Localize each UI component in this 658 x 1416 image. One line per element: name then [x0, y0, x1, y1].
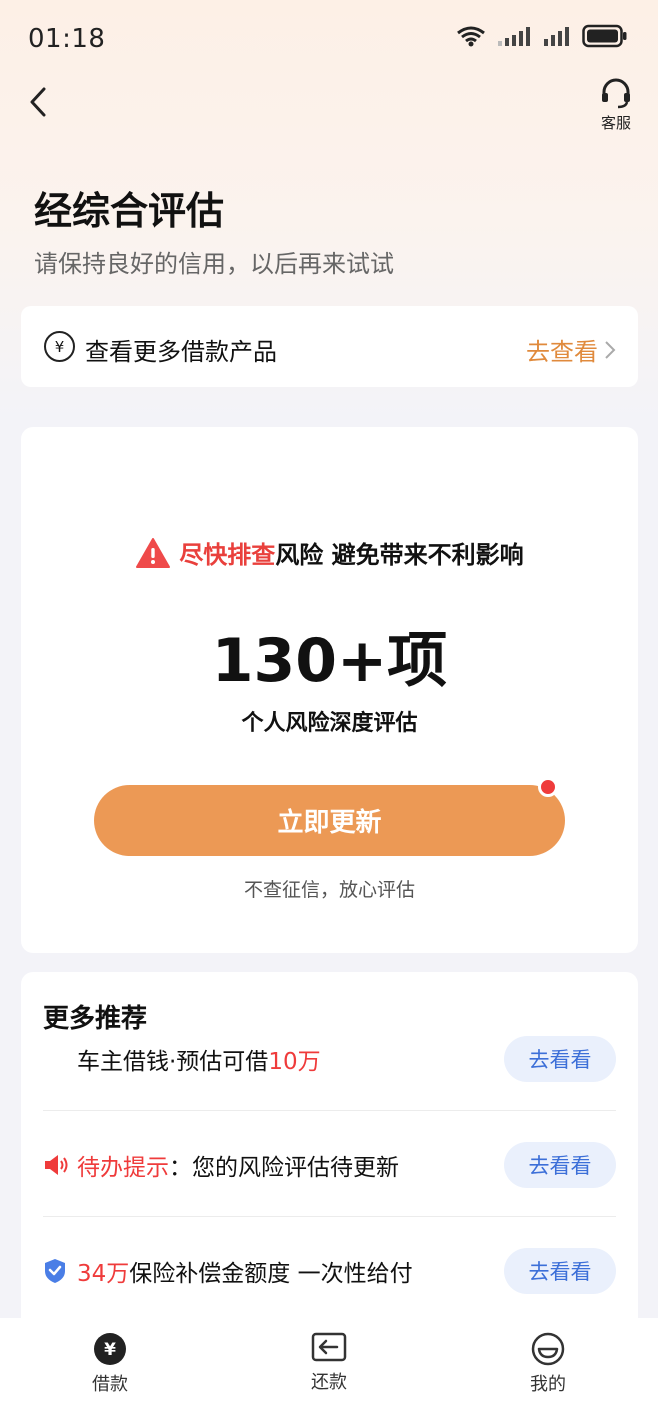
shield-icon	[45, 1259, 65, 1283]
divider	[43, 1216, 616, 1217]
list-item[interactable]: 待办提示 ：您的风险评估待更新 去看看	[43, 1134, 616, 1196]
warning-icon	[136, 537, 171, 568]
more-products-link-label: 去查看	[526, 338, 598, 366]
risk-headline: 尽快排查 风险 避免带来不利影响	[21, 535, 638, 570]
list-item-suffix: 保险补偿金额度 一次性给付	[129, 1261, 413, 1287]
yen-icon: ¥	[44, 331, 75, 362]
chevron-left-icon	[30, 87, 46, 117]
recommendations-card: 更多推荐 车主借钱·预估可借 10万 去看看 待办提示 ：您的风险评估待更新 去看看…	[21, 972, 638, 1332]
list-item-suffix: ：您的风险评估待更新	[169, 1155, 399, 1181]
notification-dot	[538, 777, 558, 797]
customer-service-label: 客服	[600, 114, 631, 132]
risk-assessment-card: 尽快排查 风险 避免带来不利影响 130+项 个人风险深度评估 立即更新 不查征信…	[21, 427, 638, 953]
signal-icon-2	[544, 27, 569, 46]
status-time: 01:18	[28, 24, 106, 54]
tab-mine[interactable]: 我的	[508, 1332, 588, 1396]
update-now-button[interactable]: 立即更新	[94, 785, 565, 856]
list-item[interactable]: 34万 保险补偿金额度 一次性给付 去看看	[43, 1240, 616, 1302]
customer-service-button[interactable]: 客服	[596, 78, 636, 133]
list-item-text: 34万 保险补偿金额度 一次性给付	[43, 1254, 413, 1288]
chevron-right-icon	[605, 340, 616, 359]
list-item-highlight: 10万	[268, 1049, 321, 1075]
yen-circle-icon: ¥	[94, 1333, 126, 1365]
tab-borrow[interactable]: ¥ 借款	[70, 1332, 150, 1396]
list-item[interactable]: 车主借钱·预估可借 10万 去看看	[43, 1028, 616, 1090]
list-item-highlight: 34万	[77, 1261, 130, 1287]
status-icons	[456, 24, 628, 48]
more-products-label: 查看更多借款产品	[85, 338, 277, 366]
headset-icon	[602, 78, 630, 109]
back-button[interactable]	[18, 82, 58, 122]
tab-repay[interactable]: 还款	[289, 1332, 369, 1394]
bottom-tab-bar: ¥ 借款 还款 我的	[0, 1318, 658, 1416]
nav-bar: 客服	[0, 72, 658, 142]
list-item-text: 车主借钱·预估可借 10万	[43, 1042, 321, 1076]
signal-icon	[498, 27, 530, 46]
tab-repay-label: 还款	[311, 1372, 347, 1393]
status-bar: 01:18	[0, 0, 658, 80]
more-products-card[interactable]: ¥ 查看更多借款产品 去查看	[21, 306, 638, 387]
risk-rest-text: 风险 避免带来不利影响	[275, 541, 524, 569]
list-item-highlight: 待办提示	[77, 1155, 169, 1181]
page-title: 经综合评估	[34, 189, 225, 233]
wifi-icon	[457, 26, 485, 47]
list-item-prefix: 车主借钱·预估可借	[77, 1049, 269, 1075]
risk-item-count: 130+项	[211, 626, 448, 696]
go-see-button[interactable]: 去看看	[504, 1036, 616, 1082]
cta-note: 不查征信，放心评估	[243, 879, 415, 901]
risk-highlight: 尽快排查	[179, 541, 276, 569]
divider	[43, 1110, 616, 1111]
risk-count-description: 个人风险深度评估	[241, 711, 418, 736]
tab-borrow-label: 借款	[92, 1374, 128, 1395]
svg-text:¥: ¥	[104, 1340, 116, 1360]
go-see-button[interactable]: 去看看	[504, 1142, 616, 1188]
page-subtitle: 请保持良好的信用，以后再来试试	[34, 250, 394, 278]
tab-mine-label: 我的	[530, 1374, 566, 1395]
go-see-button[interactable]: 去看看	[504, 1248, 616, 1294]
battery-icon	[582, 24, 627, 48]
more-products-link[interactable]: 去查看	[526, 332, 616, 367]
megaphone-icon	[45, 1155, 68, 1175]
list-item-text: 待办提示 ：您的风险评估待更新	[43, 1148, 399, 1182]
repay-icon	[311, 1332, 347, 1362]
smile-face-icon	[531, 1332, 565, 1366]
